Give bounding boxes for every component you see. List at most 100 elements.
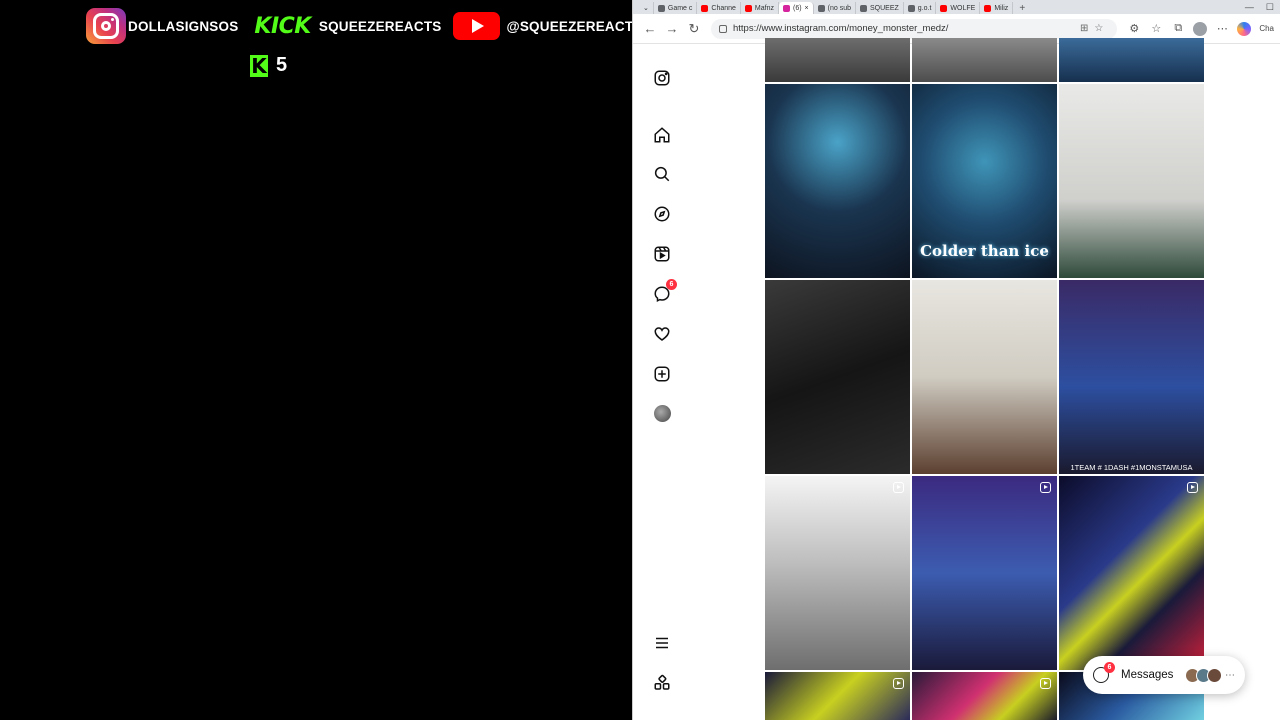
- reel-icon: [1187, 482, 1198, 493]
- avatar: [1207, 667, 1222, 683]
- close-tab-icon[interactable]: ×: [805, 5, 809, 12]
- copilot-icon[interactable]: [1233, 18, 1255, 40]
- forward-button[interactable]: →: [661, 18, 683, 40]
- post-tile[interactable]: [765, 84, 910, 278]
- tab-favicon-icon: [817, 4, 825, 12]
- tab-label: WOLFE: [950, 4, 976, 12]
- reel-icon: [1040, 482, 1051, 493]
- post-tile[interactable]: [912, 280, 1057, 474]
- minimize-icon[interactable]: —: [1245, 2, 1254, 12]
- social-handles-bar: DOLLASIGNSOS KICK SQUEEZEREACTS @SQUEEZE…: [86, 8, 642, 44]
- maximize-icon[interactable]: ☐: [1266, 2, 1274, 13]
- browser-tab[interactable]: SQUEEZ: [856, 2, 904, 14]
- also-from-meta-icon[interactable]: [652, 673, 672, 693]
- reels-icon[interactable]: [652, 244, 672, 264]
- post-tile-1team[interactable]: 1TEAM # 1DASH #1MONSTAMUSA: [1059, 280, 1204, 474]
- tab-label: (no sub: [827, 4, 851, 12]
- messages-button[interactable]: 6 Messages ⋯: [1083, 656, 1245, 694]
- instagram-icon[interactable]: [652, 68, 672, 88]
- refresh-button[interactable]: ↻: [683, 18, 705, 40]
- reel-icon: [1040, 678, 1051, 689]
- tab-favicon-icon: [907, 4, 915, 12]
- browser-tab[interactable]: Game c: [654, 2, 698, 14]
- tab-favicon-icon: [782, 4, 790, 12]
- tab-label: Game c: [667, 4, 693, 12]
- extensions-icon[interactable]: ⚙: [1123, 18, 1145, 40]
- post-tile[interactable]: [765, 476, 910, 670]
- create-icon[interactable]: [652, 364, 672, 384]
- post-tile[interactable]: [765, 38, 910, 82]
- screen: DOLLASIGNSOS KICK SQUEEZEREACTS @SQUEEZE…: [0, 0, 1280, 720]
- viewer-count: 5: [276, 54, 288, 76]
- tab-label: g.o.t: [917, 4, 932, 12]
- instagram-page: 6 Colder than ice 1TEAM # 1DASH #1MONSTA…: [633, 38, 1280, 720]
- post-tile[interactable]: [912, 476, 1057, 670]
- post-tile[interactable]: [1059, 476, 1204, 670]
- tab-list-menu-icon[interactable]: ⌄: [639, 2, 654, 14]
- favorites-icon[interactable]: ☆: [1145, 18, 1167, 40]
- browser-tab[interactable]: (no sub: [814, 2, 856, 14]
- tab-favicon-icon: [744, 4, 752, 12]
- collections-icon[interactable]: ⧉: [1167, 18, 1189, 40]
- post-caption: 1TEAM # 1DASH #1MONSTAMUSA: [1070, 463, 1193, 472]
- menu-icon[interactable]: [652, 633, 672, 653]
- post-tile[interactable]: [1059, 38, 1204, 82]
- kick-handle: SQUEEZEREACTS: [318, 18, 442, 34]
- youtube-handle: @SQUEEZEREACTS: [506, 18, 643, 34]
- more-menu-icon[interactable]: ⋯: [1211, 18, 1233, 40]
- instagram-logo-icon: [86, 8, 126, 44]
- address-bar-actions-icon[interactable]: ⊞☆: [1080, 23, 1109, 34]
- kick-badge-icon: K: [250, 53, 268, 78]
- messages-label: Messages: [1121, 669, 1174, 681]
- reel-icon: [893, 678, 904, 689]
- tabs: Game c Channe Mafnz (6) × (no sub SQUEEZ g.o.t W…: [654, 2, 1014, 14]
- post-tile[interactable]: [912, 672, 1057, 720]
- search-icon[interactable]: [652, 164, 672, 184]
- browser-tab[interactable]: Mafnz: [741, 2, 779, 14]
- tab-label: (6): [792, 4, 802, 12]
- post-tile[interactable]: [765, 672, 910, 720]
- tab-favicon-icon: [940, 4, 948, 12]
- tab-strip: ⌄ Game c Channe Mafnz (6) × (no sub SQUEEZ g.o.…: [633, 0, 1280, 14]
- browser-tab[interactable]: Channe: [697, 2, 741, 14]
- address-bar[interactable]: https://www.instagram.com/money_monster_…: [711, 18, 1118, 39]
- home-icon[interactable]: [652, 125, 672, 145]
- tab-label: Mafnz: [754, 4, 774, 12]
- browser-tab[interactable]: Miliz: [980, 2, 1014, 14]
- youtube-logo-icon: [453, 12, 501, 40]
- kick-viewer-count: K 5: [250, 54, 287, 77]
- browser-tab[interactable]: (6) ×: [778, 2, 814, 14]
- browser-tab[interactable]: g.o.t: [904, 2, 937, 14]
- copilot-label: Cha: [1259, 24, 1274, 33]
- browser-tab[interactable]: WOLFE: [936, 2, 981, 14]
- messages-badge: 6: [1104, 662, 1115, 673]
- post-tile[interactable]: [1059, 84, 1204, 278]
- explore-icon[interactable]: [652, 204, 672, 224]
- tab-favicon-icon: [984, 4, 992, 12]
- more-icon: ⋯: [1225, 669, 1235, 681]
- tab-favicon-icon: [701, 4, 709, 12]
- tab-label: SQUEEZ: [870, 4, 899, 12]
- post-tile[interactable]: [912, 38, 1057, 82]
- browser-window: ⌄ Game c Channe Mafnz (6) × (no sub SQUEEZ g.o.…: [632, 0, 1280, 720]
- profile-avatar[interactable]: [1189, 18, 1211, 40]
- notifications-heart-icon[interactable]: [652, 324, 672, 344]
- tab-label: Miliz: [994, 4, 1009, 12]
- url-text: https://www.instagram.com/money_monster_…: [733, 23, 949, 34]
- messenger-icon: 6: [1093, 662, 1115, 683]
- post-tile[interactable]: [765, 280, 910, 474]
- tab-label: Channe: [711, 4, 736, 12]
- notification-badge: 6: [666, 279, 677, 290]
- tab-favicon-icon: [657, 4, 665, 12]
- instagram-sidebar: 6: [633, 44, 691, 720]
- lock-icon: [719, 24, 727, 33]
- post-caption: Colder than ice: [920, 242, 1049, 260]
- window-controls: — ☐: [1233, 0, 1280, 14]
- post-tile-colder-than-ice[interactable]: Colder than ice: [912, 84, 1057, 278]
- tab-favicon-icon: [860, 4, 867, 12]
- new-tab-button[interactable]: +: [1013, 3, 1031, 14]
- profile-avatar[interactable]: [652, 403, 672, 423]
- back-button[interactable]: ←: [639, 18, 661, 40]
- messenger-icon[interactable]: 6: [652, 279, 677, 304]
- kick-logo: KICK: [254, 13, 311, 39]
